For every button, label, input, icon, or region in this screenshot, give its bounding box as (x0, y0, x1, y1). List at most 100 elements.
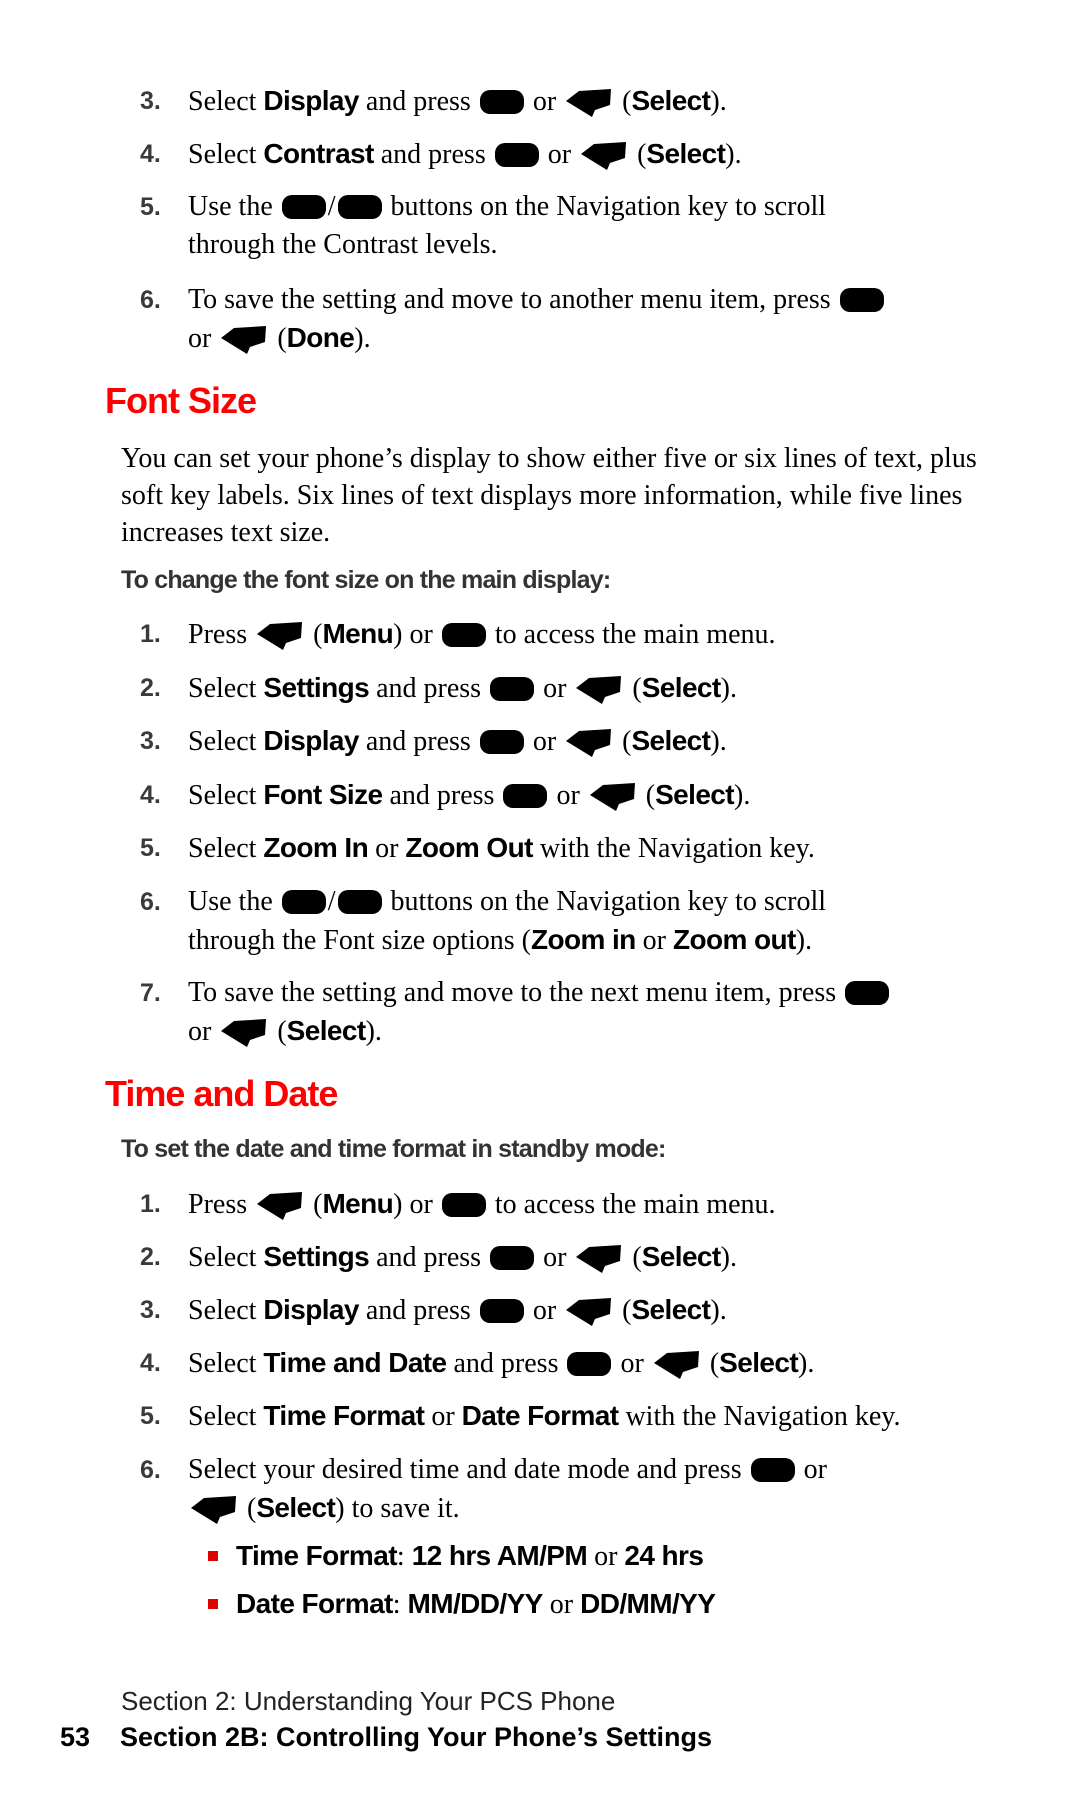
menu-item-display: Display (263, 725, 359, 756)
section-heading-time-and-date: Time and Date (105, 1073, 338, 1114)
step-number: 6. (140, 888, 161, 916)
step-number: 4. (140, 1349, 161, 1377)
step-text: and press (389, 780, 495, 811)
step-text: and press (376, 673, 482, 704)
soft-key-icon (256, 621, 304, 651)
soft-key-label: Select (646, 138, 726, 169)
step-text: or (549, 1589, 574, 1620)
center-select-key-icon (479, 1299, 524, 1323)
step-text: buttons on the Navigation key to scroll (390, 191, 827, 222)
center-select-key-icon (441, 1193, 486, 1217)
step-text: through the Contrast levels. (188, 229, 498, 260)
step-text: or (594, 1541, 618, 1572)
step-text: ). (795, 925, 813, 956)
chapter-title: Section 2B: Controlling Your Phone’s Set… (120, 1722, 713, 1752)
soft-key-icon (256, 1191, 304, 1221)
soft-key-label: Select (256, 1492, 336, 1523)
soft-key-icon (575, 675, 623, 705)
soft-key-icon (580, 141, 628, 171)
step-number: 3. (140, 1296, 161, 1324)
step-number: 1. (140, 620, 161, 648)
step-text: and press (365, 1295, 471, 1326)
nav-up-key-icon (281, 890, 326, 914)
step-text: Select (188, 726, 257, 757)
step-text: Select (188, 86, 257, 117)
soft-key-icon (575, 1244, 623, 1274)
soft-key-icon (220, 1018, 268, 1048)
time-date-subhead: To set the date and time format in stand… (121, 1135, 666, 1163)
soft-key-label: Menu (322, 618, 394, 649)
step-text: through the Font size options ( (188, 925, 531, 956)
step-text: or (431, 1401, 455, 1432)
step-text: or (375, 833, 399, 864)
bullet-label: Date Format (236, 1588, 393, 1619)
menu-item-display: Display (263, 1294, 359, 1325)
step-text: or (188, 1016, 212, 1047)
step-text: with the Navigation key. (539, 833, 815, 864)
bullet-option: 24 hrs (624, 1540, 704, 1571)
step-text: Select (188, 139, 257, 170)
section-heading-font-size: Font Size (105, 380, 257, 421)
soft-key-label: Select (641, 1241, 722, 1272)
soft-key-icon (565, 88, 613, 118)
step-number: 2. (140, 1243, 161, 1271)
bullet-option: MM/DD/YY (407, 1588, 544, 1619)
soft-key-label: Select (631, 85, 711, 116)
step-text: and press (365, 86, 471, 117)
step-text: Use the (188, 191, 273, 222)
step-text: or (532, 86, 557, 117)
soft-key-icon (589, 782, 637, 812)
step-text: or (543, 1242, 567, 1273)
soft-key-label: Menu (322, 1188, 394, 1219)
font-size-subhead: To change the font size on the main disp… (121, 566, 611, 594)
step-text: and press (453, 1348, 559, 1379)
bullet-label: Time Format (236, 1540, 398, 1571)
step-text: Select (188, 1295, 257, 1326)
center-select-key-icon (567, 1352, 612, 1376)
center-select-key-icon (479, 90, 524, 114)
step-text: or (556, 780, 580, 811)
step-text: Select (188, 833, 257, 864)
step-number: 3. (140, 87, 161, 115)
step-number: 5. (140, 834, 161, 862)
menu-item-settings: Settings (263, 1241, 370, 1272)
step-text: or (543, 673, 567, 704)
center-select-key-icon (490, 677, 535, 701)
bullet-option: 12 hrs AM/PM (411, 1540, 588, 1571)
step-text: Press (188, 1189, 248, 1220)
step-text: and press (365, 726, 471, 757)
step-text: or (532, 1295, 557, 1326)
bullet-option: DD/MM/YY (580, 1588, 716, 1619)
option-time-format: Time Format (263, 1400, 425, 1431)
option-zoom-out: Zoom Out (405, 832, 533, 863)
soft-key-label: Select (719, 1347, 799, 1378)
step-text: to access the main menu. (494, 619, 776, 650)
step-text: Select (188, 1401, 257, 1432)
option-date-format: Date Format (461, 1400, 619, 1431)
step-text: To save the setting and move to the next… (188, 977, 837, 1008)
font-size-description: You can set your phone’s display to show… (121, 443, 977, 548)
step-text: with the Navigation key. (625, 1401, 901, 1432)
soft-key-icon (565, 728, 613, 758)
center-select-key-icon (490, 1246, 535, 1270)
soft-key-icon (653, 1350, 701, 1380)
step-number: 1. (140, 1190, 161, 1218)
step-number: 4. (140, 140, 161, 168)
step-number: 7. (140, 979, 161, 1007)
soft-key-label: Select (631, 725, 711, 756)
step-text: or (409, 1189, 433, 1220)
menu-item-time-and-date: Time and Date (263, 1347, 447, 1378)
step-text: Press (188, 619, 248, 650)
center-select-key-icon (845, 981, 890, 1005)
soft-key-label: Done (286, 322, 355, 353)
step-number: 5. (140, 1402, 161, 1430)
menu-item-settings: Settings (263, 672, 370, 703)
soft-key-label: Select (286, 1015, 367, 1046)
nav-up-key-icon (281, 195, 326, 219)
step-text: or (532, 726, 557, 757)
step-text: or (188, 323, 212, 354)
soft-key-label: Select (641, 672, 722, 703)
center-select-key-icon (839, 288, 884, 312)
step-text: Select your desired time and date mode a… (188, 1454, 742, 1485)
option-zoom-in: Zoom in (530, 924, 636, 955)
